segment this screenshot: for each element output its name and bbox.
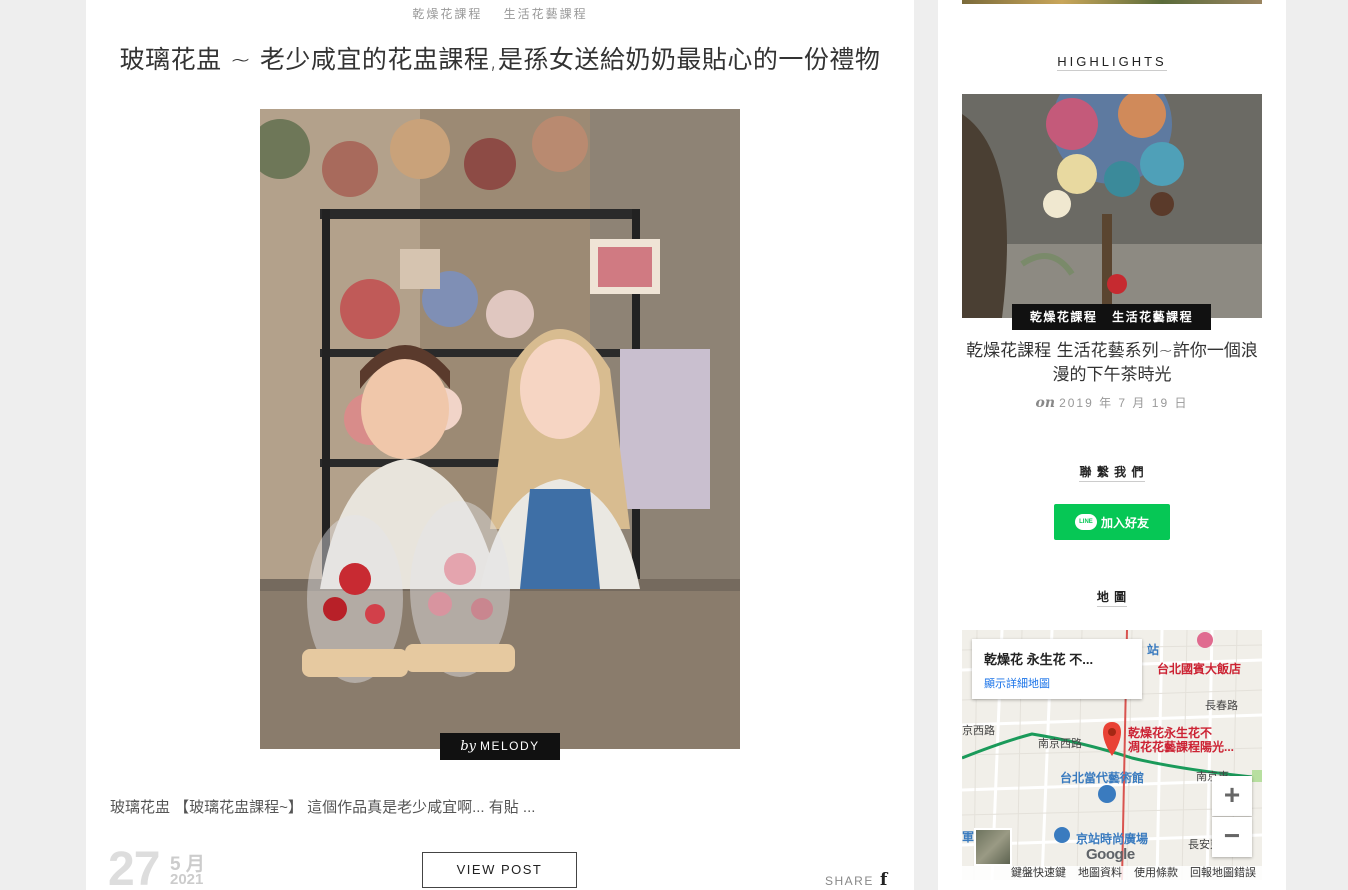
view-post-button[interactable]: VIEW POST [422,852,577,888]
map-zoom-out-button[interactable]: − [1212,817,1252,857]
map-label-hotel: 台北國賓大飯店 [1157,662,1242,676]
line-logo-icon: LINE [1074,514,1097,530]
post-author-badge[interactable]: by MELODY [440,733,560,760]
map-label-road: 南京西路 [1038,738,1082,750]
post-date-year: 2021 [170,871,204,888]
map-zoom-in-button[interactable]: + [1212,776,1252,816]
post-excerpt: 玻璃花盅 【玻璃花盅課程~】 這個作品真是老少咸宜啊... 有貼 ... [110,799,536,816]
line-add-friend-button[interactable]: LINE 加入好友 [1054,504,1170,540]
category-link[interactable]: 乾燥花課程 [412,7,482,21]
post-categories: 乾燥花課程 生活花藝課程 [86,5,914,22]
post-card: 乾燥花課程 生活花藝課程 玻璃花盅 ~ 老少咸宜的花盅課程,是孫女送給奶奶最貼心… [86,0,914,890]
map-data-link[interactable]: 地圖資料 [1078,866,1122,880]
highlight-categories: 乾燥花課程 生活花藝課程 [1012,304,1211,330]
highlight-post-image[interactable] [962,94,1262,318]
map-label-museum: 台北當代藝術館 [1060,771,1145,785]
post-featured-image[interactable] [260,109,740,749]
share-label: SHARE [825,874,874,888]
previous-widget-image-edge [962,0,1262,4]
view-larger-map-link[interactable]: 顯示詳細地圖 [984,675,1130,691]
google-map[interactable]: 站 台北國賓大飯店 長春路 乾燥花永生花不 凋花花藝課程陽光... 京西路 南京… [962,630,1262,880]
map-satellite-toggle[interactable] [974,828,1012,866]
map-pin-label: 凋花花藝課程陽光... [1128,740,1235,754]
facebook-icon[interactable]: f [880,870,887,890]
contact-title-text: 聯 繫 我 們 [1079,463,1145,482]
highlights-title-text: HIGHLIGHTS [1057,54,1167,71]
post-title[interactable]: 玻璃花盅 ~ 老少咸宜的花盅課程,是孫女送給奶奶最貼心的一份禮物 [86,40,914,76]
map-label-mall: 京站時尚廣場 [1076,832,1149,846]
terms-link[interactable]: 使用條款 [1134,866,1178,880]
category-link[interactable]: 生活花藝課程 [1112,310,1193,324]
post-date-day: 27 [108,843,160,890]
map-title-text: 地 圖 [1096,588,1128,607]
date-prefix: on [1035,395,1056,411]
map-label-fragment: 軍 [962,830,975,844]
keyboard-shortcuts-link[interactable]: 鍵盤快速鍵 [1011,866,1066,880]
author-name: MELODY [479,739,540,753]
sidebar: HIGHLIGHTS 乾燥花課程 生活花藝課程 乾燥花課程 生活花藝系列~許你一… [938,0,1286,890]
map-info-card: 乾燥花 永生花 不... 顯示詳細地圖 [972,639,1142,699]
date-text: 2019 年 7 月 19 日 [1059,396,1189,410]
highlight-post-title[interactable]: 乾燥花課程 生活花藝系列~許你一個浪漫的下午茶時光 [962,339,1262,387]
google-logo: Google [1086,846,1135,863]
map-label-station: 站 [1147,643,1160,657]
author-prefix: by [460,739,476,754]
line-button-label: 加入好友 [1100,515,1149,530]
map-widget-title: 地 圖 [938,588,1286,607]
map-footer: 鍵盤快速鍵 地圖資料 使用條款 回報地圖錯誤 [962,866,1262,880]
category-link[interactable]: 乾燥花課程 [1030,310,1098,324]
report-error-link[interactable]: 回報地圖錯誤 [1190,866,1256,880]
highlight-post-date: on 2019 年 7 月 19 日 [938,394,1286,411]
contact-widget-title: 聯 繫 我 們 [938,463,1286,482]
map-place-name: 乾燥花 永生花 不... [984,652,1094,667]
category-link[interactable]: 生活花藝課程 [504,7,588,21]
map-label-road: 長春路 [1205,700,1238,712]
highlights-widget-title: HIGHLIGHTS [938,53,1286,71]
map-label-road: 京西路 [962,725,995,737]
